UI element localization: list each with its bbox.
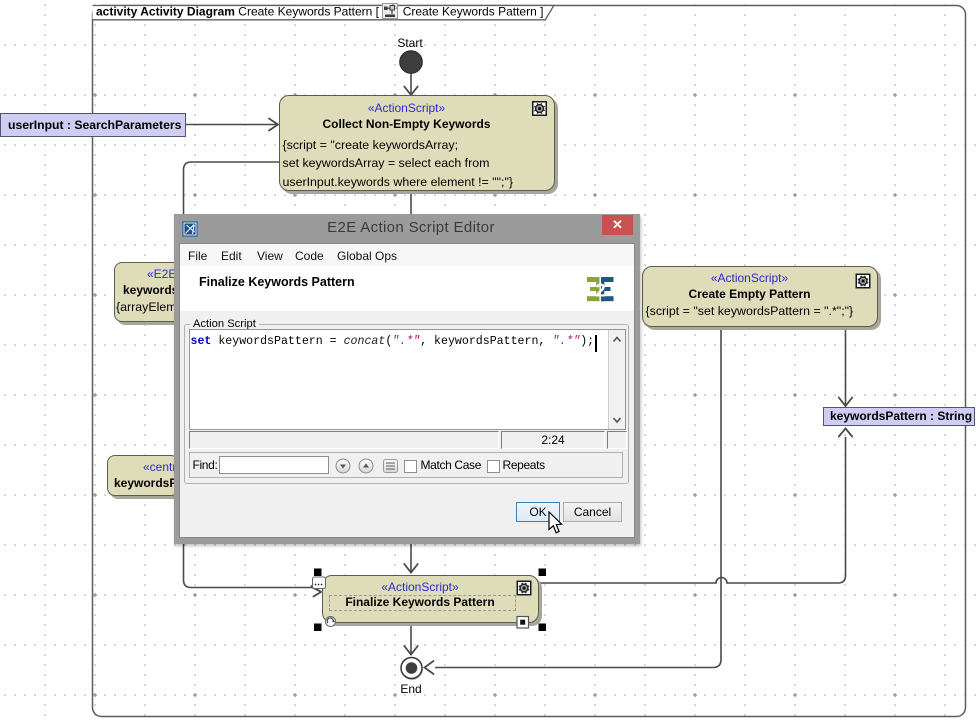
svg-text:2: 2 bbox=[595, 281, 605, 301]
